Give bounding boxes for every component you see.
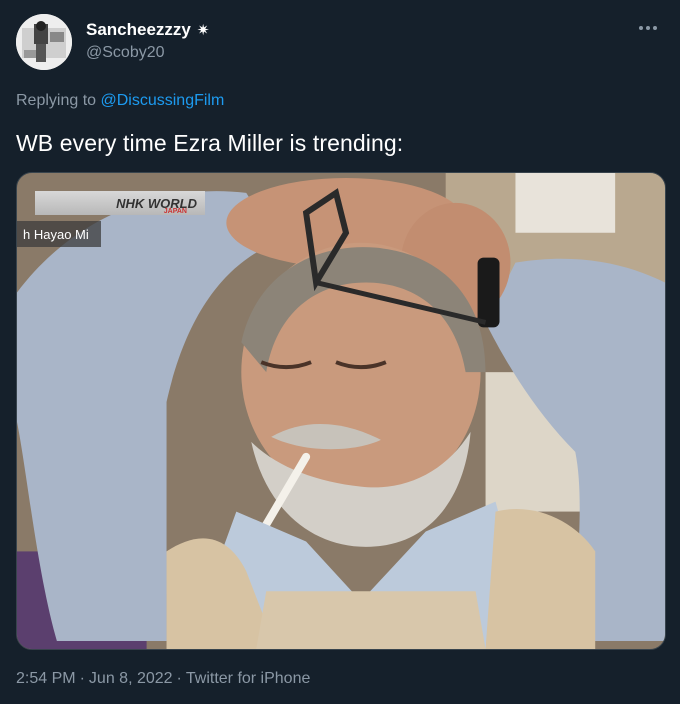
- dot: [639, 26, 643, 30]
- tweet-date[interactable]: Jun 8, 2022: [89, 670, 173, 688]
- reply-prefix: Replying to: [16, 92, 97, 109]
- video-caption: h Hayao Mi: [17, 221, 101, 247]
- avatar[interactable]: [16, 14, 72, 70]
- author-name-row[interactable]: Sancheezzzy ✷: [86, 20, 209, 40]
- tweet: Sancheezzzy ✷ @Scoby20 Replying to @Disc…: [0, 0, 680, 704]
- nhk-world-logo: NHK WORLD JAPAN: [35, 191, 205, 215]
- separator: ·: [79, 670, 85, 687]
- tweet-source-link[interactable]: Twitter for iPhone: [186, 670, 311, 688]
- asterisk-icon: ✷: [196, 21, 210, 39]
- photo-illustration: [17, 173, 665, 649]
- dot: [653, 26, 657, 30]
- badge-subtext: JAPAN: [163, 208, 187, 215]
- tweet-metadata: 2:54 PM · Jun 8, 2022 · Twitter for iPho…: [16, 670, 310, 688]
- user-handle[interactable]: @Scoby20: [86, 44, 165, 62]
- display-name[interactable]: Sancheezzzy: [86, 20, 191, 40]
- tweet-time[interactable]: 2:54 PM: [16, 670, 76, 688]
- tweet-image[interactable]: NHK WORLD JAPAN h Hayao Mi: [16, 172, 666, 650]
- dot: [646, 26, 650, 30]
- reply-mention-link[interactable]: @DiscussingFilm: [101, 92, 225, 109]
- separator: ·: [176, 670, 182, 687]
- reply-context: Replying to @DiscussingFilm: [16, 92, 224, 110]
- more-options-icon[interactable]: [632, 16, 664, 40]
- tweet-text: WB every time Ezra Miller is trending:: [16, 130, 404, 156]
